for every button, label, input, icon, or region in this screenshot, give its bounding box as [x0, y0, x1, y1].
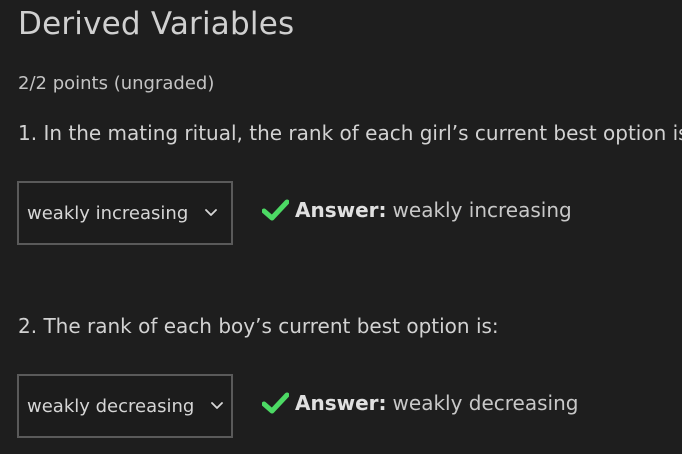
- checkmark-icon: [262, 391, 290, 415]
- question-2-answer: Answer: weakly decreasing: [262, 391, 578, 415]
- answer-label: Answer:: [295, 198, 387, 222]
- points-label: 2/2 points (ungraded): [18, 73, 215, 94]
- question-1-select[interactable]: weakly increasing: [17, 181, 233, 245]
- answer-label: Answer:: [295, 391, 387, 415]
- question-1-prompt: 1. In the mating ritual, the rank of eac…: [18, 121, 682, 145]
- problem-title: Derived Variables: [18, 6, 295, 42]
- select-value: weakly decreasing: [27, 395, 195, 417]
- chevron-down-icon: [204, 206, 218, 220]
- question-2-select[interactable]: weakly decreasing: [17, 374, 233, 438]
- chevron-down-icon: [210, 399, 224, 413]
- answer-text: weakly increasing: [392, 198, 572, 222]
- select-value: weakly increasing: [27, 202, 189, 224]
- answer-text: weakly decreasing: [392, 391, 579, 415]
- question-2-prompt: 2. The rank of each boy’s current best o…: [18, 314, 499, 338]
- question-1-answer: Answer: weakly increasing: [262, 198, 572, 222]
- checkmark-icon: [262, 198, 290, 222]
